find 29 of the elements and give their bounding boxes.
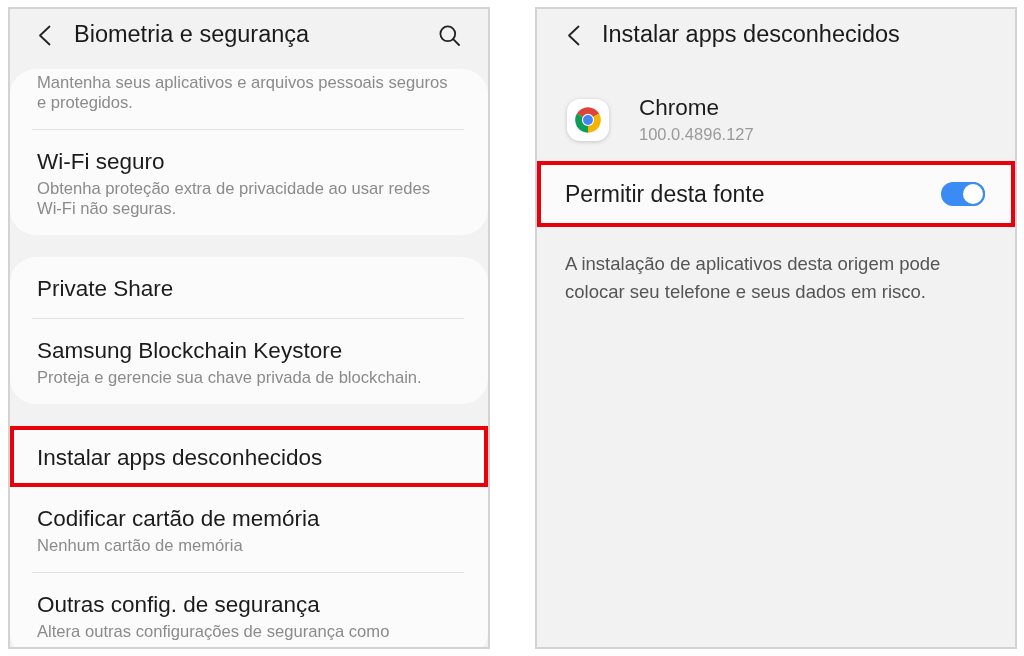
screen-title: Instalar apps desconhecidos <box>602 20 900 50</box>
item-title: Codificar cartão de memória <box>37 506 321 532</box>
search-icon[interactable] <box>439 24 460 46</box>
item-title: Samsung Blockchain Keystore <box>37 338 344 364</box>
app-name: Chrome <box>639 95 721 121</box>
setting-label: Permitir desta fonte <box>565 181 765 207</box>
item-subtitle: Proteja e gerencie sua chave privada de blockchain. <box>37 368 423 388</box>
settings-item[interactable]: Instalar apps desconhecidos <box>10 426 488 487</box>
item-title: Instalar apps desconhecidos <box>37 445 324 471</box>
setting-row[interactable]: Permitir desta fonte <box>537 161 1015 227</box>
settings-item[interactable]: Codificar cartão de memória Nenhum cartão de memória <box>10 487 488 572</box>
item-title: Wi-Fi seguro <box>37 149 166 175</box>
settings-item[interactable]: Wi-Fi seguro Obtenha proteção extra de privacidade ao usar redes Wi-Fi não seguras. <box>10 130 488 235</box>
settings-item[interactable]: Private Share <box>10 257 488 318</box>
app-version: 100.0.4896.127 <box>639 124 754 144</box>
settings-item[interactable]: Outras config. de segurança Altera outras configurações de segurança como <box>10 573 488 647</box>
warning-text: A instalação de aplicativos desta origem pode colocar seu telefone e seus dados em risco. <box>564 252 942 304</box>
item-subtitle: Altera outras configurações de segurança como <box>37 622 391 642</box>
screen-title: Biometria e segurança <box>74 20 311 50</box>
app-logo-icon <box>567 98 609 141</box>
item-subtitle: Obtenha proteção extra de privacidade ao usar redes Wi-Fi não seguras. <box>37 179 431 219</box>
toggle-switch[interactable] <box>941 182 985 206</box>
settings-item[interactable]: Samsung Blockchain Keystore Proteja e gerencie sua chave privada de blockchain. <box>10 319 488 404</box>
back-icon[interactable] <box>567 24 580 46</box>
item-title: Private Share <box>37 276 175 302</box>
item-title: Outras config. de segurança <box>37 592 321 618</box>
item-subtitle: Mantenha seus aplicativos e arquivos pessoais seguros e protegidos. <box>37 73 449 113</box>
item-subtitle: Nenhum cartão de memória <box>37 536 244 556</box>
back-icon[interactable] <box>38 24 51 46</box>
